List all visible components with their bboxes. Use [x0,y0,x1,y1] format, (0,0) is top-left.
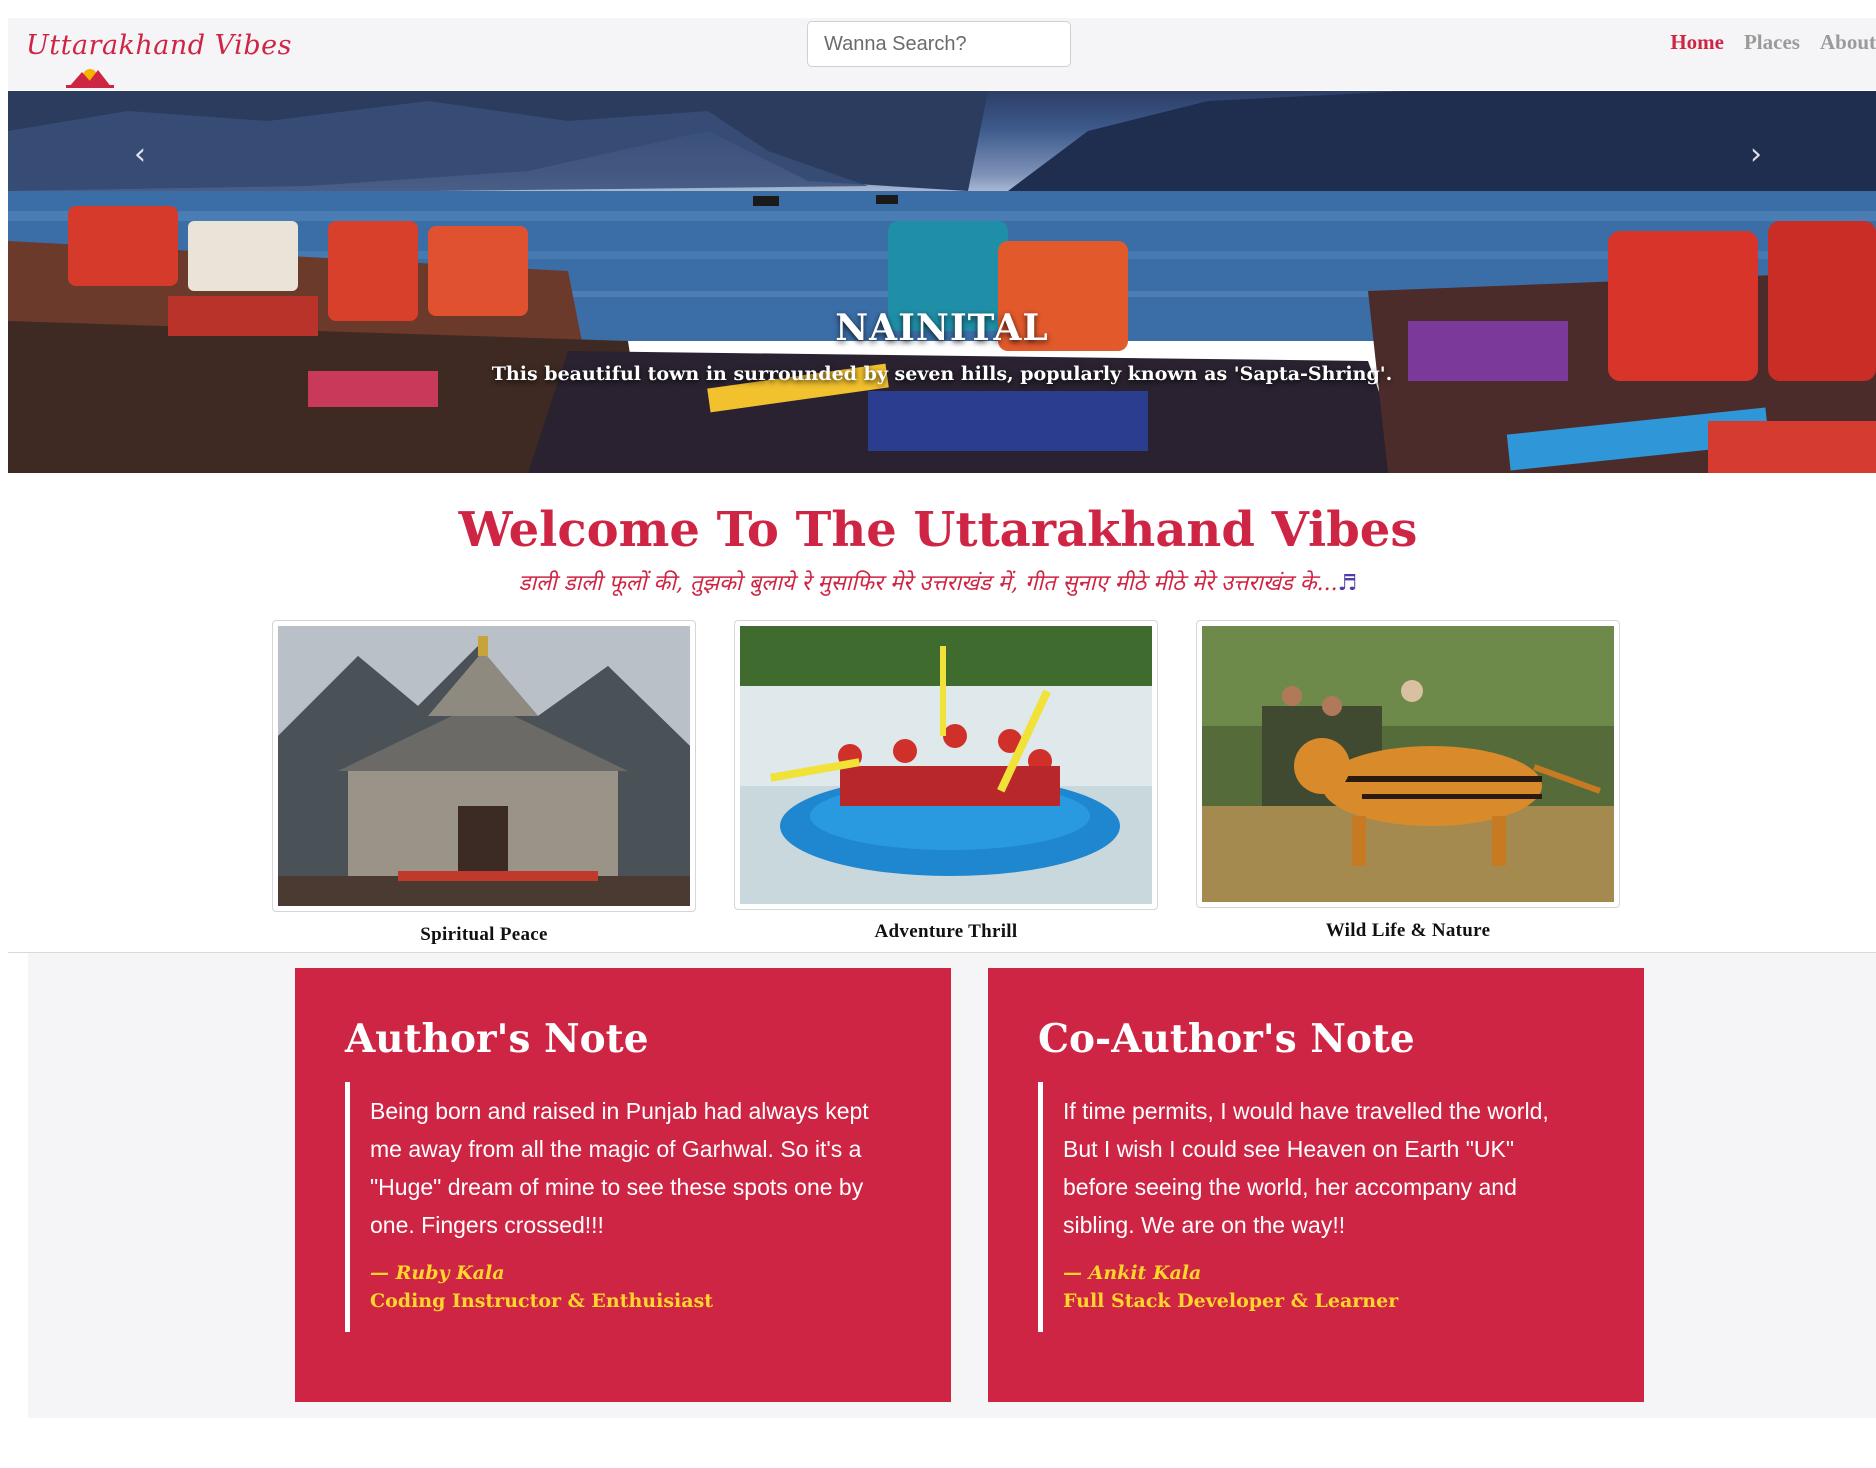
tiger-safari-image [1202,626,1614,902]
carousel-prev-icon[interactable]: ‹ [134,137,146,172]
carousel-next-icon[interactable]: › [1750,137,1762,172]
music-note-icon: ♬ [1337,571,1358,596]
author-note-role: Coding Instructor & Enthuisiast [370,1290,714,1312]
card-spiritual-peace[interactable] [272,620,696,912]
nainital-lake-boats-image [8,91,1876,473]
author-note-name: — Ruby Kala [370,1262,505,1284]
hero-subtitle: This beautiful town in surrounded by sev… [491,363,1393,385]
co-author-note-card: Co-Author's Note If time permits, I woul… [988,968,1644,1402]
co-author-note-name: — Ankit Kala [1063,1262,1202,1284]
co-author-note-title: Co-Author's Note [1038,1016,1415,1062]
welcome-title: Welcome To The Uttarakhand Vibes [458,502,1418,558]
kedarnath-temple-image [278,626,690,906]
author-note-card: Author's Note Being born and raised in P… [295,968,951,1402]
card-adventure-thrill[interactable] [734,620,1158,910]
search-input[interactable] [807,21,1071,67]
mountain-sun-logo-icon [66,69,114,88]
welcome-subtitle: डाली डाली फूलों की, तुझको बुलाये रे मुसा… [0,567,1876,597]
welcome-subtitle-text: डाली डाली फूलों की, तुझको बुलाये रे मुसा… [518,571,1338,596]
nav-links: Home Places About [1650,30,1876,60]
nav-about-link[interactable]: About [1820,30,1876,60]
card-wild-life-nature[interactable] [1196,620,1620,908]
co-author-note-role: Full Stack Developer & Learner [1063,1290,1399,1312]
author-note-title: Author's Note [345,1016,649,1062]
card-caption-adventure-thrill: Adventure Thrill [874,921,1018,942]
brand-name: Uttarakhand Vibes [26,30,292,61]
brand-logo-link[interactable]: Uttarakhand Vibes [18,28,291,88]
author-note-body: Being born and raised in Punjab had alwa… [370,1098,869,1238]
nav-places-link[interactable]: Places [1744,30,1800,60]
nav-home-link[interactable]: Home [1670,30,1724,60]
co-author-note-body: If time permits, I would have travelled … [1063,1098,1549,1238]
river-rafting-image [740,626,1152,904]
navbar: Uttarakhand Vibes Home Places About [8,18,1876,90]
hero-carousel: ‹ › NAINITAL This beautiful town in surr… [8,91,1876,473]
card-caption-wild-life-nature: Wild Life & Nature [1325,920,1491,941]
co-author-note-quote: If time permits, I would have travelled … [1038,1082,1578,1332]
card-caption-spiritual-peace: Spiritual Peace [420,924,548,945]
hero-title: NAINITAL [835,307,1049,349]
author-note-quote: Being born and raised in Punjab had alwa… [345,1082,885,1332]
